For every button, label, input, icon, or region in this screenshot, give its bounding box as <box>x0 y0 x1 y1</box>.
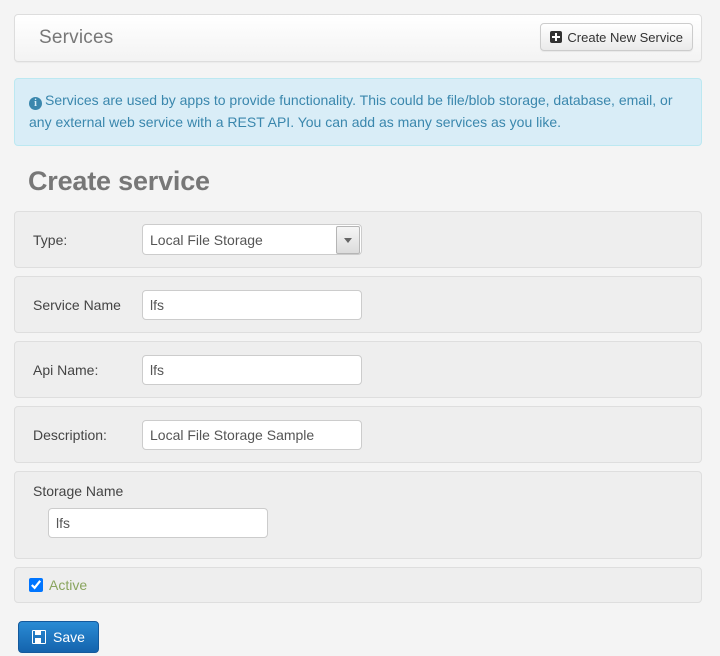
form-row-type: Type: Local File Storage <box>14 211 702 269</box>
page-header-panel: Services Create New Service <box>14 14 702 62</box>
page-title: Services <box>39 27 114 48</box>
services-create-page: Services Create New Service i Services ar… <box>0 0 720 656</box>
form-row-storage-name: Storage Name <box>14 471 702 560</box>
api-name-label: Api Name: <box>33 361 99 378</box>
form-row-service-name: Service Name <box>14 276 702 334</box>
service-name-label: Service Name <box>33 296 121 313</box>
save-floppy-icon <box>32 630 46 645</box>
info-circle-icon: i <box>29 97 42 110</box>
plus-square-icon <box>550 31 563 43</box>
create-service-heading: Create service <box>28 166 210 197</box>
save-button[interactable]: Save <box>18 621 99 654</box>
form-row-description: Description: <box>14 406 702 464</box>
description-input[interactable] <box>142 419 362 450</box>
type-select[interactable]: Local File Storage <box>142 224 362 256</box>
save-button-label: Save <box>53 629 85 646</box>
api-name-input[interactable] <box>142 354 362 385</box>
service-name-input[interactable] <box>142 289 362 320</box>
form-row-active: Active <box>14 567 702 604</box>
info-alert: i Services are used by apps to provide fu… <box>14 78 702 147</box>
type-label: Type: <box>33 231 68 248</box>
storage-name-input[interactable] <box>48 508 268 539</box>
storage-name-label: Storage Name <box>33 483 124 500</box>
create-new-service-label: Create New Service <box>567 29 683 45</box>
type-select-wrap: Local File Storage <box>142 224 362 256</box>
active-checkbox[interactable] <box>29 578 43 593</box>
active-label: Active <box>49 577 88 594</box>
info-alert-text: Services are used by apps to provide fun… <box>29 92 673 130</box>
create-new-service-button[interactable]: Create New Service <box>540 23 693 51</box>
form-row-api-name: Api Name: <box>14 341 702 399</box>
description-label: Description: <box>33 426 107 443</box>
